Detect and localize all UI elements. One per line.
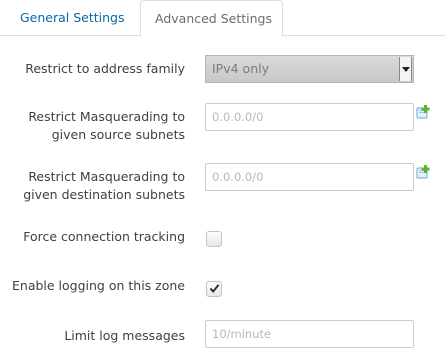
logging-checkbox[interactable]	[206, 281, 222, 297]
masq-src-label-line1: Restrict Masquerading to	[28, 109, 185, 124]
log-limit-input[interactable]	[205, 320, 414, 348]
conntrack-checkbox[interactable]	[206, 231, 222, 247]
masq-src-subnet-input[interactable]	[205, 103, 414, 131]
masq-dest-label-line2: given destination subnets	[23, 187, 185, 202]
masq-dest-subnet-input[interactable]	[205, 163, 414, 191]
address-family-select[interactable]: IPv4 only	[205, 55, 414, 83]
masq-dest-label-line1: Restrict Masquerading to	[28, 169, 185, 184]
logging-label: Enable logging on this zone	[12, 278, 185, 293]
address-family-selected-value: IPv4 only	[212, 61, 269, 76]
tab-general-settings[interactable]: General Settings	[6, 0, 139, 36]
masq-src-label-line2: given source subnets	[51, 127, 185, 142]
address-family-label: Restrict to address family	[25, 61, 185, 76]
add-entry-icon[interactable]	[416, 105, 430, 119]
tab-advanced-settings[interactable]: Advanced Settings	[140, 0, 283, 37]
conntrack-label: Force connection tracking	[23, 229, 185, 244]
chevron-down-icon[interactable]	[399, 57, 412, 81]
add-entry-icon[interactable]	[416, 165, 430, 179]
settings-tabs: General Settings Advanced Settings	[0, 0, 445, 37]
log-limit-label: Limit log messages	[64, 328, 185, 343]
zone-advanced-settings: General Settings Advanced Settings Restr…	[0, 0, 445, 359]
checkmark-icon	[209, 284, 220, 293]
